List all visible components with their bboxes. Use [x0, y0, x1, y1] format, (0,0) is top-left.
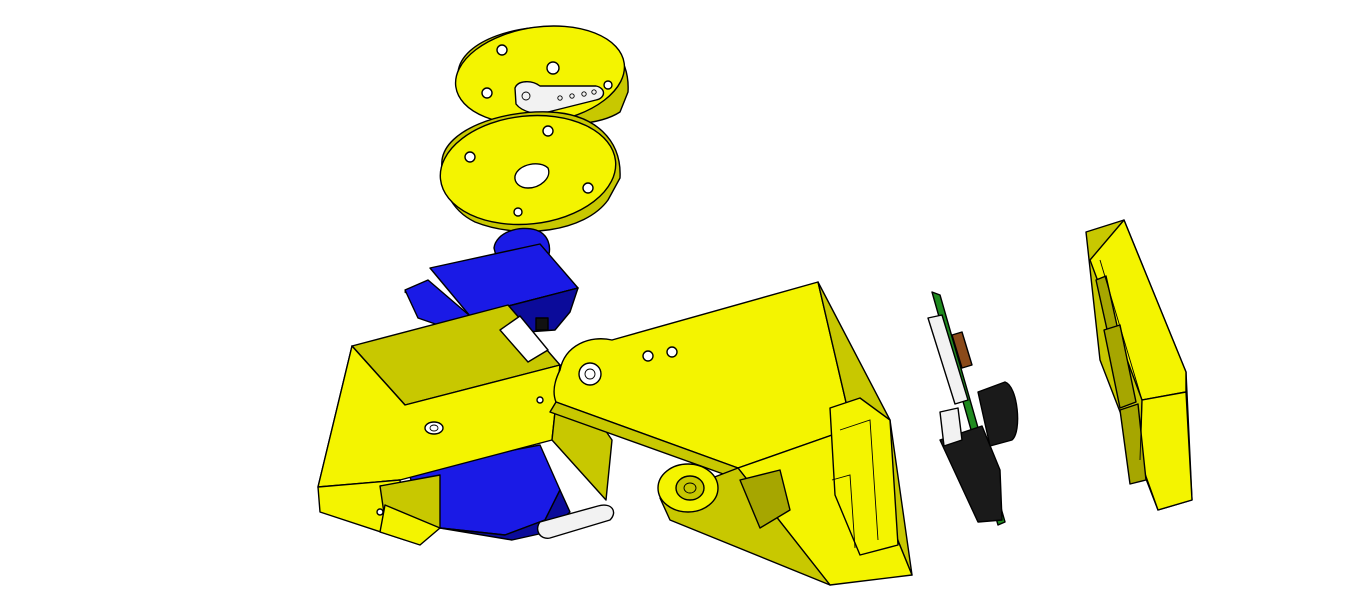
disc-lower-hole-2 [542, 125, 554, 137]
pan-disc-lower [439, 111, 621, 233]
assembly-diagram [0, 0, 1360, 612]
disc-upper-hole-4 [603, 80, 613, 90]
bracket-hole-small [536, 396, 544, 404]
arm-pivot-hole [578, 362, 602, 386]
camera-side-block [939, 407, 963, 447]
assembly-svg [317, 25, 1193, 586]
arm-hole-1 [642, 350, 654, 362]
disc-upper-hole-1 [496, 44, 508, 56]
disc-lower-hole-3 [582, 182, 594, 194]
camera-module [927, 291, 1019, 526]
camera-cover [1085, 219, 1193, 511]
disc-lower-hole-1 [464, 151, 476, 163]
bracket-hole [424, 421, 444, 435]
arm-gear-inner [675, 475, 705, 501]
servo-cable-port [535, 317, 549, 331]
disc-upper-hole-3 [481, 87, 493, 99]
bracket-hole-foot [376, 508, 384, 516]
arm-hole-2 [666, 346, 678, 358]
cover-lower [1139, 391, 1193, 511]
disc-upper-hole-2 [546, 61, 560, 75]
disc-lower-hole-4 [513, 207, 523, 217]
